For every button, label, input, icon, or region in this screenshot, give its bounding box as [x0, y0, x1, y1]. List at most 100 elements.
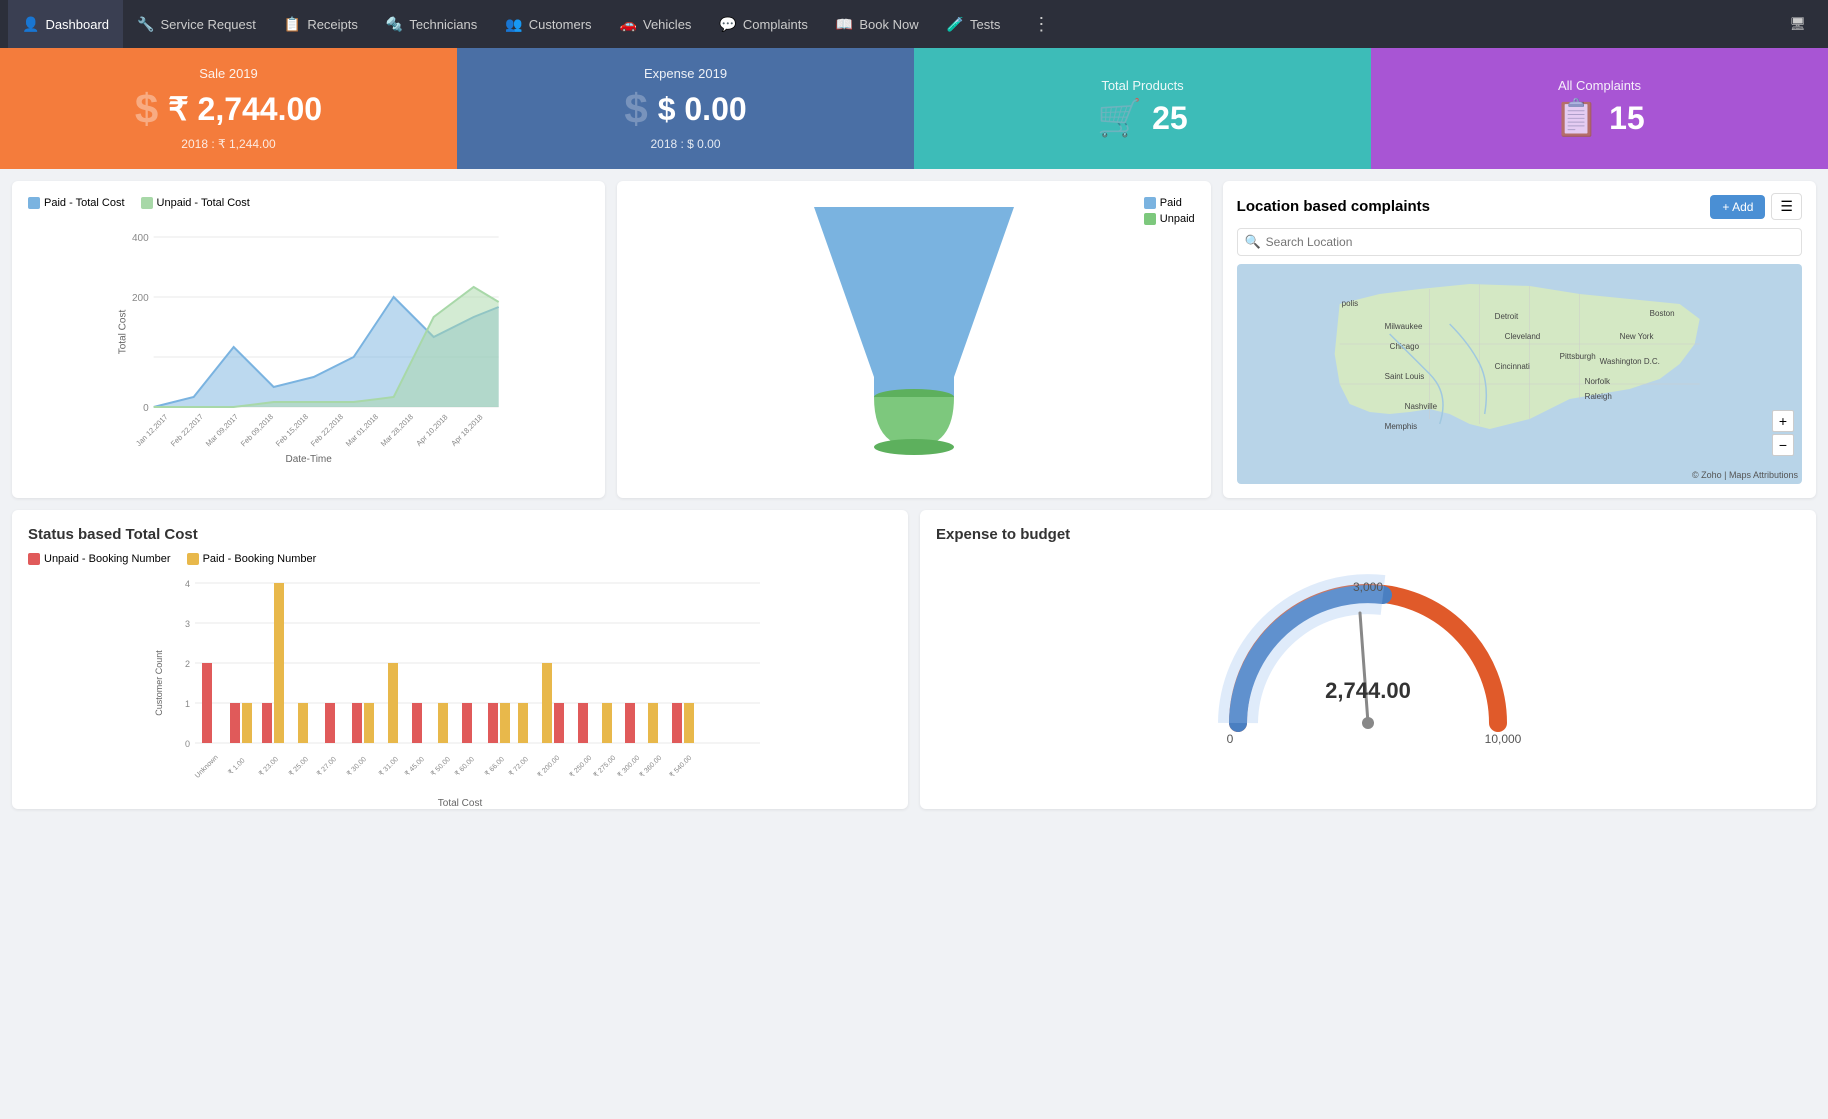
svg-text:₹ 250.00: ₹ 250.00 — [568, 754, 593, 779]
svg-text:Cincinnati: Cincinnati — [1494, 362, 1529, 371]
svg-text:₹ 72.00: ₹ 72.00 — [507, 755, 530, 778]
line-chart-card: Paid - Total Cost Unpaid - Total Cost 40… — [12, 181, 605, 498]
svg-text:2,744.00: 2,744.00 — [1325, 678, 1411, 703]
nav-complaints[interactable]: 💬 Complaints — [705, 0, 821, 48]
funnel-svg — [794, 197, 1034, 457]
svg-text:Feb 22,2018: Feb 22,2018 — [309, 412, 345, 447]
complaints-icon: 💬 — [719, 16, 736, 33]
svg-text:₹ 200.00: ₹ 200.00 — [536, 754, 561, 779]
nav-dashboard-label: Dashboard — [45, 17, 109, 32]
svg-text:₹ 27.00: ₹ 27.00 — [315, 755, 338, 778]
technicians-icon: 🔩 — [386, 16, 403, 33]
location-card: Location based complaints + Add ☰ 🔍 — [1223, 181, 1816, 498]
nav-dashboard[interactable]: 👤 Dashboard — [8, 0, 123, 48]
nav-customers[interactable]: 👥 Customers — [491, 0, 605, 48]
nav-more-button[interactable]: ⋮ — [1018, 0, 1064, 48]
location-menu-button[interactable]: ☰ — [1771, 193, 1802, 220]
svg-text:400: 400 — [132, 233, 149, 244]
svg-text:Washington D.C.: Washington D.C. — [1599, 357, 1659, 366]
nav-right-icon[interactable]: 🖥 — [1775, 0, 1820, 48]
svg-text:Unknown: Unknown — [194, 754, 220, 780]
paid-cost-label: Paid - Total Cost — [44, 197, 125, 209]
nav-complaints-label: Complaints — [743, 17, 808, 32]
nav-service-label: Service Request — [160, 17, 255, 32]
svg-text:Boston: Boston — [1649, 309, 1674, 318]
svg-text:Raleigh: Raleigh — [1584, 392, 1611, 401]
paid-booking-dot — [187, 553, 199, 565]
svg-text:0: 0 — [185, 739, 190, 749]
svg-text:₹ 25.00: ₹ 25.00 — [287, 755, 310, 778]
expense-budget-card: Expense to budget 2,744.00 0 10,0 — [920, 510, 1816, 809]
location-add-button[interactable]: + Add — [1710, 195, 1765, 219]
summary-row: Sale 2019 $ ₹ 2,744.00 2018 : ₹ 1,244.00… — [0, 48, 1828, 169]
funnel-area: Paid Unpaid — [633, 197, 1194, 457]
bar-chart-x-label: Total Cost — [28, 798, 892, 809]
location-title: Location based complaints — [1237, 198, 1430, 215]
nav-customers-label: Customers — [529, 17, 592, 32]
nav-technicians[interactable]: 🔩 Technicians — [372, 0, 491, 48]
nav-tests[interactable]: 🧪 Tests — [933, 0, 1015, 48]
funnel-unpaid-dot — [1144, 213, 1156, 225]
gauge-svg: 2,744.00 0 10,000 3,000 — [1208, 553, 1528, 773]
products-icon: 🛒 — [1097, 97, 1142, 139]
svg-text:₹ 31.00: ₹ 31.00 — [377, 755, 400, 778]
svg-text:Feb 09,2018: Feb 09,2018 — [239, 412, 275, 447]
more-icon: ⋮ — [1032, 14, 1050, 35]
funnel-paid-label: Paid — [1160, 197, 1182, 209]
complaints-card-icon: 📋 — [1554, 97, 1599, 139]
svg-text:1: 1 — [185, 699, 190, 709]
svg-text:4: 4 — [185, 579, 190, 589]
nav-receipts[interactable]: 📋 Receipts — [270, 0, 372, 48]
svg-text:₹ 540.00: ₹ 540.00 — [668, 754, 693, 779]
nav-vehicles[interactable]: 🚗 Vehicles — [606, 0, 706, 48]
svg-text:Apr 18,2018: Apr 18,2018 — [449, 413, 484, 447]
sale-icon: $ — [135, 85, 158, 133]
unpaid-cost-label: Unpaid - Total Cost — [157, 197, 250, 209]
legend-paid-booking: Paid - Booking Number — [187, 553, 317, 565]
svg-text:Norfolk: Norfolk — [1584, 377, 1610, 386]
svg-text:Feb 15,2018: Feb 15,2018 — [274, 412, 310, 447]
sale-value: ₹ 2,744.00 — [168, 90, 322, 128]
main-content: Paid - Total Cost Unpaid - Total Cost 40… — [0, 169, 1828, 821]
line-chart-legend: Paid - Total Cost Unpaid - Total Cost — [28, 197, 589, 209]
svg-text:₹ 66.00: ₹ 66.00 — [483, 755, 506, 778]
svg-text:Feb 22,2017: Feb 22,2017 — [169, 412, 205, 447]
paid-cost-dot — [28, 197, 40, 209]
expense-card: Expense 2019 $ $ 0.00 2018 : $ 0.00 — [457, 48, 914, 169]
gauge-wrap: 2,744.00 0 10,000 3,000 — [936, 553, 1800, 773]
nav-book-label: Book Now — [859, 17, 918, 32]
svg-text:₹ 23.00: ₹ 23.00 — [257, 755, 280, 778]
svg-text:10,000: 10,000 — [1485, 732, 1522, 746]
nav-tests-label: Tests — [970, 17, 1000, 32]
svg-text:₹ 360.00: ₹ 360.00 — [638, 754, 663, 779]
customers-icon: 👥 — [505, 16, 522, 33]
svg-text:0: 0 — [143, 403, 149, 414]
zoom-out-button[interactable]: − — [1772, 434, 1794, 456]
svg-text:3: 3 — [185, 619, 190, 629]
funnel-paid-dot — [1144, 197, 1156, 209]
svg-text:₹ 300.00: ₹ 300.00 — [616, 754, 641, 779]
location-search-input[interactable] — [1237, 228, 1802, 256]
expense-sub: 2018 : $ 0.00 — [650, 137, 720, 151]
bar-chart-wrap: 4 3 2 1 0 — [28, 573, 892, 793]
complaints-value: 15 — [1609, 100, 1645, 137]
svg-text:Milwaukee: Milwaukee — [1384, 322, 1422, 331]
svg-text:₹ 1.00: ₹ 1.00 — [227, 757, 247, 777]
svg-text:3,000: 3,000 — [1353, 580, 1383, 594]
legend-unpaid-booking: Unpaid - Booking Number — [28, 553, 171, 565]
svg-text:Pittsburgh: Pittsburgh — [1559, 352, 1595, 361]
unpaid-cost-dot — [141, 197, 153, 209]
svg-text:Mar 01,2018: Mar 01,2018 — [344, 412, 380, 447]
nav-service-request[interactable]: 🔧 Service Request — [123, 0, 270, 48]
nav-booknow[interactable]: 📖 Book Now — [822, 0, 933, 48]
svg-text:New York: New York — [1619, 332, 1654, 341]
zoom-in-button[interactable]: + — [1772, 410, 1794, 432]
map-attribution: © Zoho | Maps Attributions — [1692, 470, 1798, 480]
svg-text:₹ 60.00: ₹ 60.00 — [453, 755, 476, 778]
vehicles-icon: 🚗 — [620, 16, 637, 33]
navbar: 👤 Dashboard 🔧 Service Request 📋 Receipts… — [0, 0, 1828, 48]
location-header: Location based complaints + Add ☰ — [1223, 181, 1816, 228]
book-icon: 📖 — [836, 16, 853, 33]
dashboard-icon: 👤 — [22, 16, 39, 33]
bar-chart-svg: 4 3 2 1 0 — [28, 573, 892, 793]
